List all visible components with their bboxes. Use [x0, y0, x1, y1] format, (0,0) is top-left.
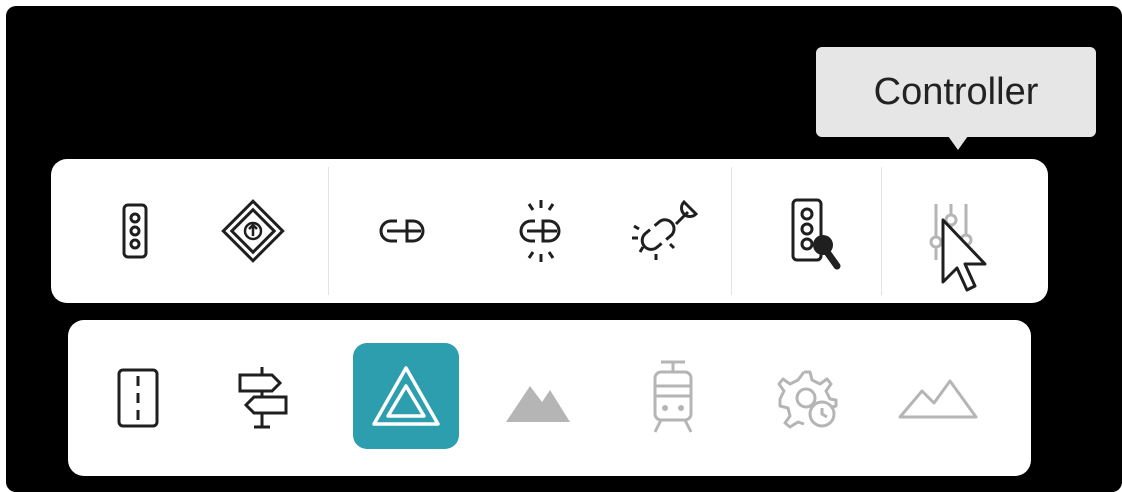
bottom-toolbar	[68, 320, 1031, 476]
toolbar-divider	[881, 167, 882, 295]
link-tool[interactable]	[363, 191, 443, 271]
top-toolbar	[51, 159, 1048, 303]
tram-tool[interactable]	[633, 354, 713, 442]
link-break-tool[interactable]	[501, 191, 581, 271]
mouse-cursor-icon	[941, 218, 987, 292]
mountain-icon	[506, 386, 570, 422]
lane-tool[interactable]	[98, 358, 178, 438]
toolbar-divider	[328, 167, 329, 295]
lane-icon	[117, 368, 159, 428]
mountain-tool[interactable]	[498, 358, 578, 438]
link-repair-icon	[632, 199, 699, 260]
controller-tooltip: Controller	[816, 47, 1096, 137]
signal-plan-tool[interactable]	[769, 187, 859, 277]
hazard-triangle-icon	[372, 366, 440, 426]
link-break-icon	[519, 200, 561, 262]
traffic-light-icon	[122, 203, 148, 259]
signpost-tool[interactable]	[223, 358, 303, 438]
map-canvas[interactable]: Controller	[6, 6, 1122, 492]
tram-icon	[653, 360, 693, 433]
tooltip-arrow	[948, 136, 968, 150]
gear-clock-tool[interactable]	[768, 358, 848, 438]
toolbar-divider	[731, 167, 732, 295]
road-sign-diamond-icon	[221, 199, 285, 263]
road-sign-tool[interactable]	[213, 191, 293, 271]
hazard-tool[interactable]	[353, 343, 459, 449]
gear-clock-icon	[777, 370, 838, 429]
link-icon	[379, 219, 425, 243]
signpost-icon	[238, 367, 288, 429]
terrain-tool[interactable]	[888, 358, 988, 438]
link-repair-tool[interactable]	[621, 191, 711, 271]
tooltip-text: Controller	[873, 70, 1039, 113]
terrain-icon	[898, 379, 978, 419]
traffic-light-tool[interactable]	[95, 191, 175, 271]
signal-plan-icon	[791, 198, 841, 270]
